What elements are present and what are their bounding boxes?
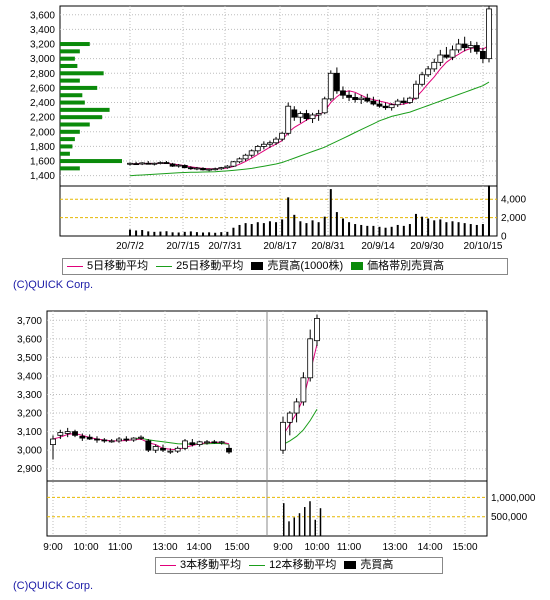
candle-body — [218, 441, 225, 444]
candle-body — [196, 441, 203, 446]
legend-item: 12本移動平均 — [249, 558, 336, 573]
price-tick-label: 3,200 — [17, 409, 42, 420]
time-tick-label: 13:00 — [152, 542, 177, 553]
intraday-chart: 2,900 3,000 3,100 3,200 3,300 3,400 3,500 3,600… — [17, 310, 536, 553]
legend-item: 売買高 — [344, 558, 393, 573]
candle-body — [307, 338, 314, 379]
candle-body — [138, 436, 144, 439]
time-tick-label: 10:00 — [73, 542, 98, 553]
candle-body — [226, 447, 232, 453]
candle-body — [123, 438, 130, 441]
candle-body — [145, 440, 152, 451]
candle-body — [101, 439, 108, 442]
intraday-legend: 3本移動平均 12本移動平均 売買高 — [155, 557, 443, 574]
candle-body — [286, 412, 293, 423]
candle-body — [204, 441, 210, 444]
volume-bar — [283, 503, 285, 536]
candle-body — [50, 438, 56, 445]
candle-body — [280, 421, 286, 451]
volume-tick-label: 500,000 — [491, 512, 528, 523]
volume-bar — [288, 521, 290, 536]
legend-swatch — [249, 564, 266, 566]
volume-bar — [298, 513, 301, 536]
volume-bar — [309, 501, 311, 536]
candle-body — [108, 440, 115, 443]
price-tick-label: 3,300 — [17, 390, 42, 401]
time-tick-label: 13:00 — [382, 542, 407, 553]
legend-label: 12本移動平均 — [269, 559, 337, 571]
legend-item: 3本移動平均 — [160, 558, 241, 573]
price-tick-label: 2,900 — [17, 464, 42, 475]
candle-body — [160, 447, 166, 451]
price-tick-label: 3,500 — [17, 353, 42, 364]
volume-bar — [319, 508, 322, 536]
time-tick-label: 14:00 — [186, 542, 211, 553]
candle-body — [86, 436, 93, 440]
candle-body — [94, 438, 100, 441]
price-tick-label: 3,600 — [17, 334, 42, 345]
candle-body — [174, 447, 181, 452]
price-tick-label: 3,700 — [17, 316, 42, 327]
time-tick-label: 10:00 — [304, 542, 329, 553]
price-tick-label: 3,100 — [17, 427, 42, 438]
candle-body — [167, 450, 174, 453]
time-tick-label: 9:00 — [43, 542, 63, 553]
candle-body — [79, 435, 86, 439]
volume-bar — [293, 517, 295, 536]
time-tick-label: 9:00 — [273, 542, 293, 553]
legend-label: 売買高 — [360, 559, 394, 571]
candle-body — [152, 446, 159, 451]
candle-body — [300, 377, 307, 403]
time-tick-label: 11:00 — [108, 542, 133, 553]
volume-tick-label: 1,000,000 — [491, 493, 536, 504]
legend-swatch — [160, 564, 176, 566]
time-tick-label: 15:00 — [452, 542, 477, 553]
candle-body — [182, 440, 188, 449]
legend-swatch — [344, 561, 357, 570]
candle-body — [211, 441, 218, 444]
candle-body — [64, 431, 71, 434]
candle-body — [314, 318, 320, 342]
price-tick-label: 3,400 — [17, 371, 42, 382]
volume-bar — [304, 507, 306, 536]
candle-body — [116, 438, 122, 442]
candle-body — [130, 437, 137, 441]
volume-bar — [314, 519, 316, 536]
legend-label: 3本移動平均 — [180, 559, 242, 571]
candle-body — [72, 431, 78, 436]
copyright-bottom: (C)QUICK Corp. — [13, 580, 94, 592]
time-tick-label: 11:00 — [337, 542, 362, 553]
candle-body — [189, 442, 196, 446]
candle-body — [57, 432, 64, 436]
time-tick-label: 15:00 — [224, 542, 249, 553]
time-tick-label: 14:00 — [417, 542, 442, 553]
candle-body — [293, 401, 300, 414]
price-tick-label: 3,000 — [17, 446, 42, 457]
